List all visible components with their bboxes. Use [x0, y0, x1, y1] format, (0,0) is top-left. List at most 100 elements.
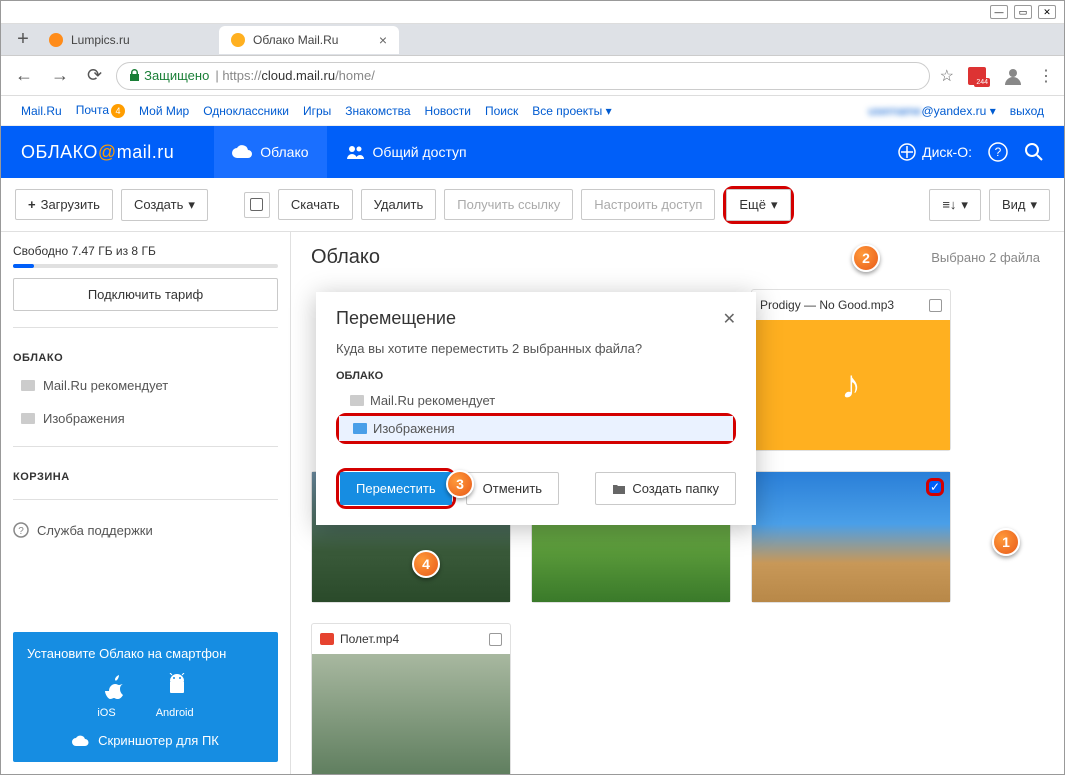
logo[interactable]: ОБЛАКО@mail.ru: [21, 142, 174, 163]
nav-cloud[interactable]: Облако: [214, 126, 326, 178]
create-button[interactable]: Создать ▾: [121, 189, 208, 221]
configure-access-button[interactable]: Настроить доступ: [581, 189, 715, 220]
step-badge-1: 1: [992, 528, 1020, 556]
nav-reload-button[interactable]: ⟳: [83, 65, 106, 86]
file-checkbox[interactable]: [929, 299, 942, 312]
mobile-promo: Установите Облако на смартфон iOS Androi…: [13, 632, 278, 762]
view-button[interactable]: Вид ▾: [989, 189, 1050, 221]
logout-link[interactable]: выход: [1010, 104, 1044, 118]
close-tab-icon[interactable]: ×: [379, 32, 387, 48]
get-link-button[interactable]: Получить ссылку: [444, 189, 573, 220]
select-all-checkbox[interactable]: [244, 192, 270, 218]
file-checkbox[interactable]: [489, 633, 502, 646]
portal-link-mail[interactable]: Почта4: [76, 103, 125, 118]
nav-forward-button[interactable]: →: [47, 65, 73, 86]
folder-icon: [21, 380, 35, 391]
move-modal: Перемещение ✕ Куда вы хотите переместить…: [316, 292, 756, 525]
window-close[interactable]: ✕: [1038, 5, 1056, 19]
android-label[interactable]: Android: [156, 707, 194, 719]
checked-icon[interactable]: ✓: [926, 478, 944, 496]
portal-link-games[interactable]: Игры: [303, 104, 331, 118]
connect-tariff-button[interactable]: Подключить тариф: [13, 278, 278, 311]
people-icon: [345, 144, 365, 160]
cloud-icon: [232, 145, 252, 159]
disk-o-button[interactable]: Диск-О:: [898, 143, 972, 161]
nav-back-button[interactable]: ←: [11, 65, 37, 86]
portal-link-dating[interactable]: Знакомства: [345, 104, 410, 118]
adblock-icon[interactable]: [968, 67, 988, 85]
sidebar: Свободно 7.47 ГБ из 8 ГБ Подключить тари…: [1, 232, 291, 774]
sort-button[interactable]: ≡↓ ▾: [929, 189, 981, 221]
svg-text:?: ?: [995, 145, 1002, 159]
tree-root[interactable]: ОБЛАКО: [336, 370, 736, 382]
portal-link-mymir[interactable]: Мой Мир: [139, 104, 189, 118]
sidebar-section-trash[interactable]: КОРЗИНА: [13, 471, 278, 483]
window-maximize[interactable]: ▭: [1014, 5, 1032, 19]
selection-info: Выбрано 2 файла: [931, 250, 1040, 265]
more-button[interactable]: Ещё ▾: [726, 189, 790, 221]
portal-link-search[interactable]: Поиск: [485, 104, 518, 118]
cancel-button[interactable]: Отменить: [466, 472, 559, 505]
upload-button[interactable]: +Загрузить: [15, 189, 113, 220]
window-minimize[interactable]: —: [990, 5, 1008, 19]
sidebar-item-images[interactable]: Изображения: [13, 407, 278, 430]
delete-button[interactable]: Удалить: [361, 189, 437, 220]
menu-icon[interactable]: ⋮: [1038, 66, 1054, 86]
video-thumbnail: [312, 654, 510, 774]
file-card-image-selected[interactable]: ✓: [751, 471, 951, 603]
nav-shared[interactable]: Общий доступ: [327, 126, 485, 178]
portal-link-all[interactable]: Все проекты ▾: [532, 104, 611, 118]
portal-link-mailru[interactable]: Mail.Ru: [21, 104, 62, 118]
new-tab-button[interactable]: +: [9, 28, 37, 51]
music-note-icon: ♪: [841, 363, 861, 408]
file-card-video[interactable]: Полет.mp4: [311, 623, 511, 774]
profile-icon[interactable]: [1002, 65, 1024, 87]
video-icon: [320, 633, 334, 645]
android-icon[interactable]: [166, 673, 188, 699]
extension-icons: ☆ ⋮: [940, 65, 1054, 87]
tree-item-recommends[interactable]: Mail.Ru рекомендует: [336, 388, 736, 413]
support-link[interactable]: ? Служба поддержки: [13, 516, 278, 544]
cloud-download-icon: [72, 734, 90, 748]
apple-icon[interactable]: [104, 673, 126, 699]
download-button[interactable]: Скачать: [278, 189, 353, 220]
url-input[interactable]: Защищено | https:// cloud.mail.ru /home/: [116, 62, 930, 90]
ios-label[interactable]: iOS: [97, 707, 115, 719]
svg-text:?: ?: [18, 526, 24, 537]
tree-item-highlight: Изображения: [336, 413, 736, 444]
file-card-audio[interactable]: Prodigy — No Good.mp3 ♪: [751, 289, 951, 451]
step-badge-3: 3: [446, 470, 474, 498]
tab-cloud-mailru[interactable]: Облако Mail.Ru ×: [219, 26, 399, 54]
tree-item-images[interactable]: Изображения: [339, 416, 733, 441]
move-button[interactable]: Переместить: [340, 472, 452, 505]
tab-label: Lumpics.ru: [71, 33, 130, 47]
screenshoter-link[interactable]: Скриншотер для ПК: [27, 733, 264, 748]
file-name: Полет.mp4: [340, 632, 399, 646]
sidebar-item-recommends[interactable]: Mail.Ru рекомендует: [13, 374, 278, 397]
folder-icon: [353, 423, 367, 434]
folder-icon: [612, 483, 626, 495]
step-badge-2: 2: [852, 244, 880, 272]
lock-icon: [129, 69, 140, 82]
portal-link-news[interactable]: Новости: [425, 104, 471, 118]
create-folder-button[interactable]: Создать папку: [595, 472, 736, 505]
secure-indicator: Защищено: [129, 68, 209, 83]
folder-tree: ОБЛАКО Mail.Ru рекомендует Изображения: [316, 370, 756, 458]
search-icon[interactable]: [1024, 142, 1044, 162]
mailru-favicon: [231, 33, 245, 47]
tab-lumpics[interactable]: Lumpics.ru: [37, 26, 217, 54]
tab-label: Облако Mail.Ru: [253, 33, 338, 47]
lumpics-favicon: [49, 33, 63, 47]
step-badge-4: 4: [412, 550, 440, 578]
portal-link-ok[interactable]: Одноклассники: [203, 104, 289, 118]
modal-title: Перемещение: [336, 308, 456, 329]
help-icon[interactable]: ?: [988, 142, 1008, 162]
storage-info: Свободно 7.47 ГБ из 8 ГБ: [13, 244, 278, 268]
address-bar: ← → ⟳ Защищено | https:// cloud.mail.ru …: [1, 56, 1064, 96]
bookmark-star-icon[interactable]: ☆: [940, 66, 954, 86]
user-email[interactable]: username@yandex.ru ▾: [868, 104, 996, 118]
modal-close-button[interactable]: ✕: [723, 309, 736, 329]
url-path: /home/: [335, 68, 375, 83]
portal-nav: Mail.Ru Почта4 Мой Мир Одноклассники Игр…: [1, 96, 1064, 126]
disk-o-icon: [898, 143, 916, 161]
